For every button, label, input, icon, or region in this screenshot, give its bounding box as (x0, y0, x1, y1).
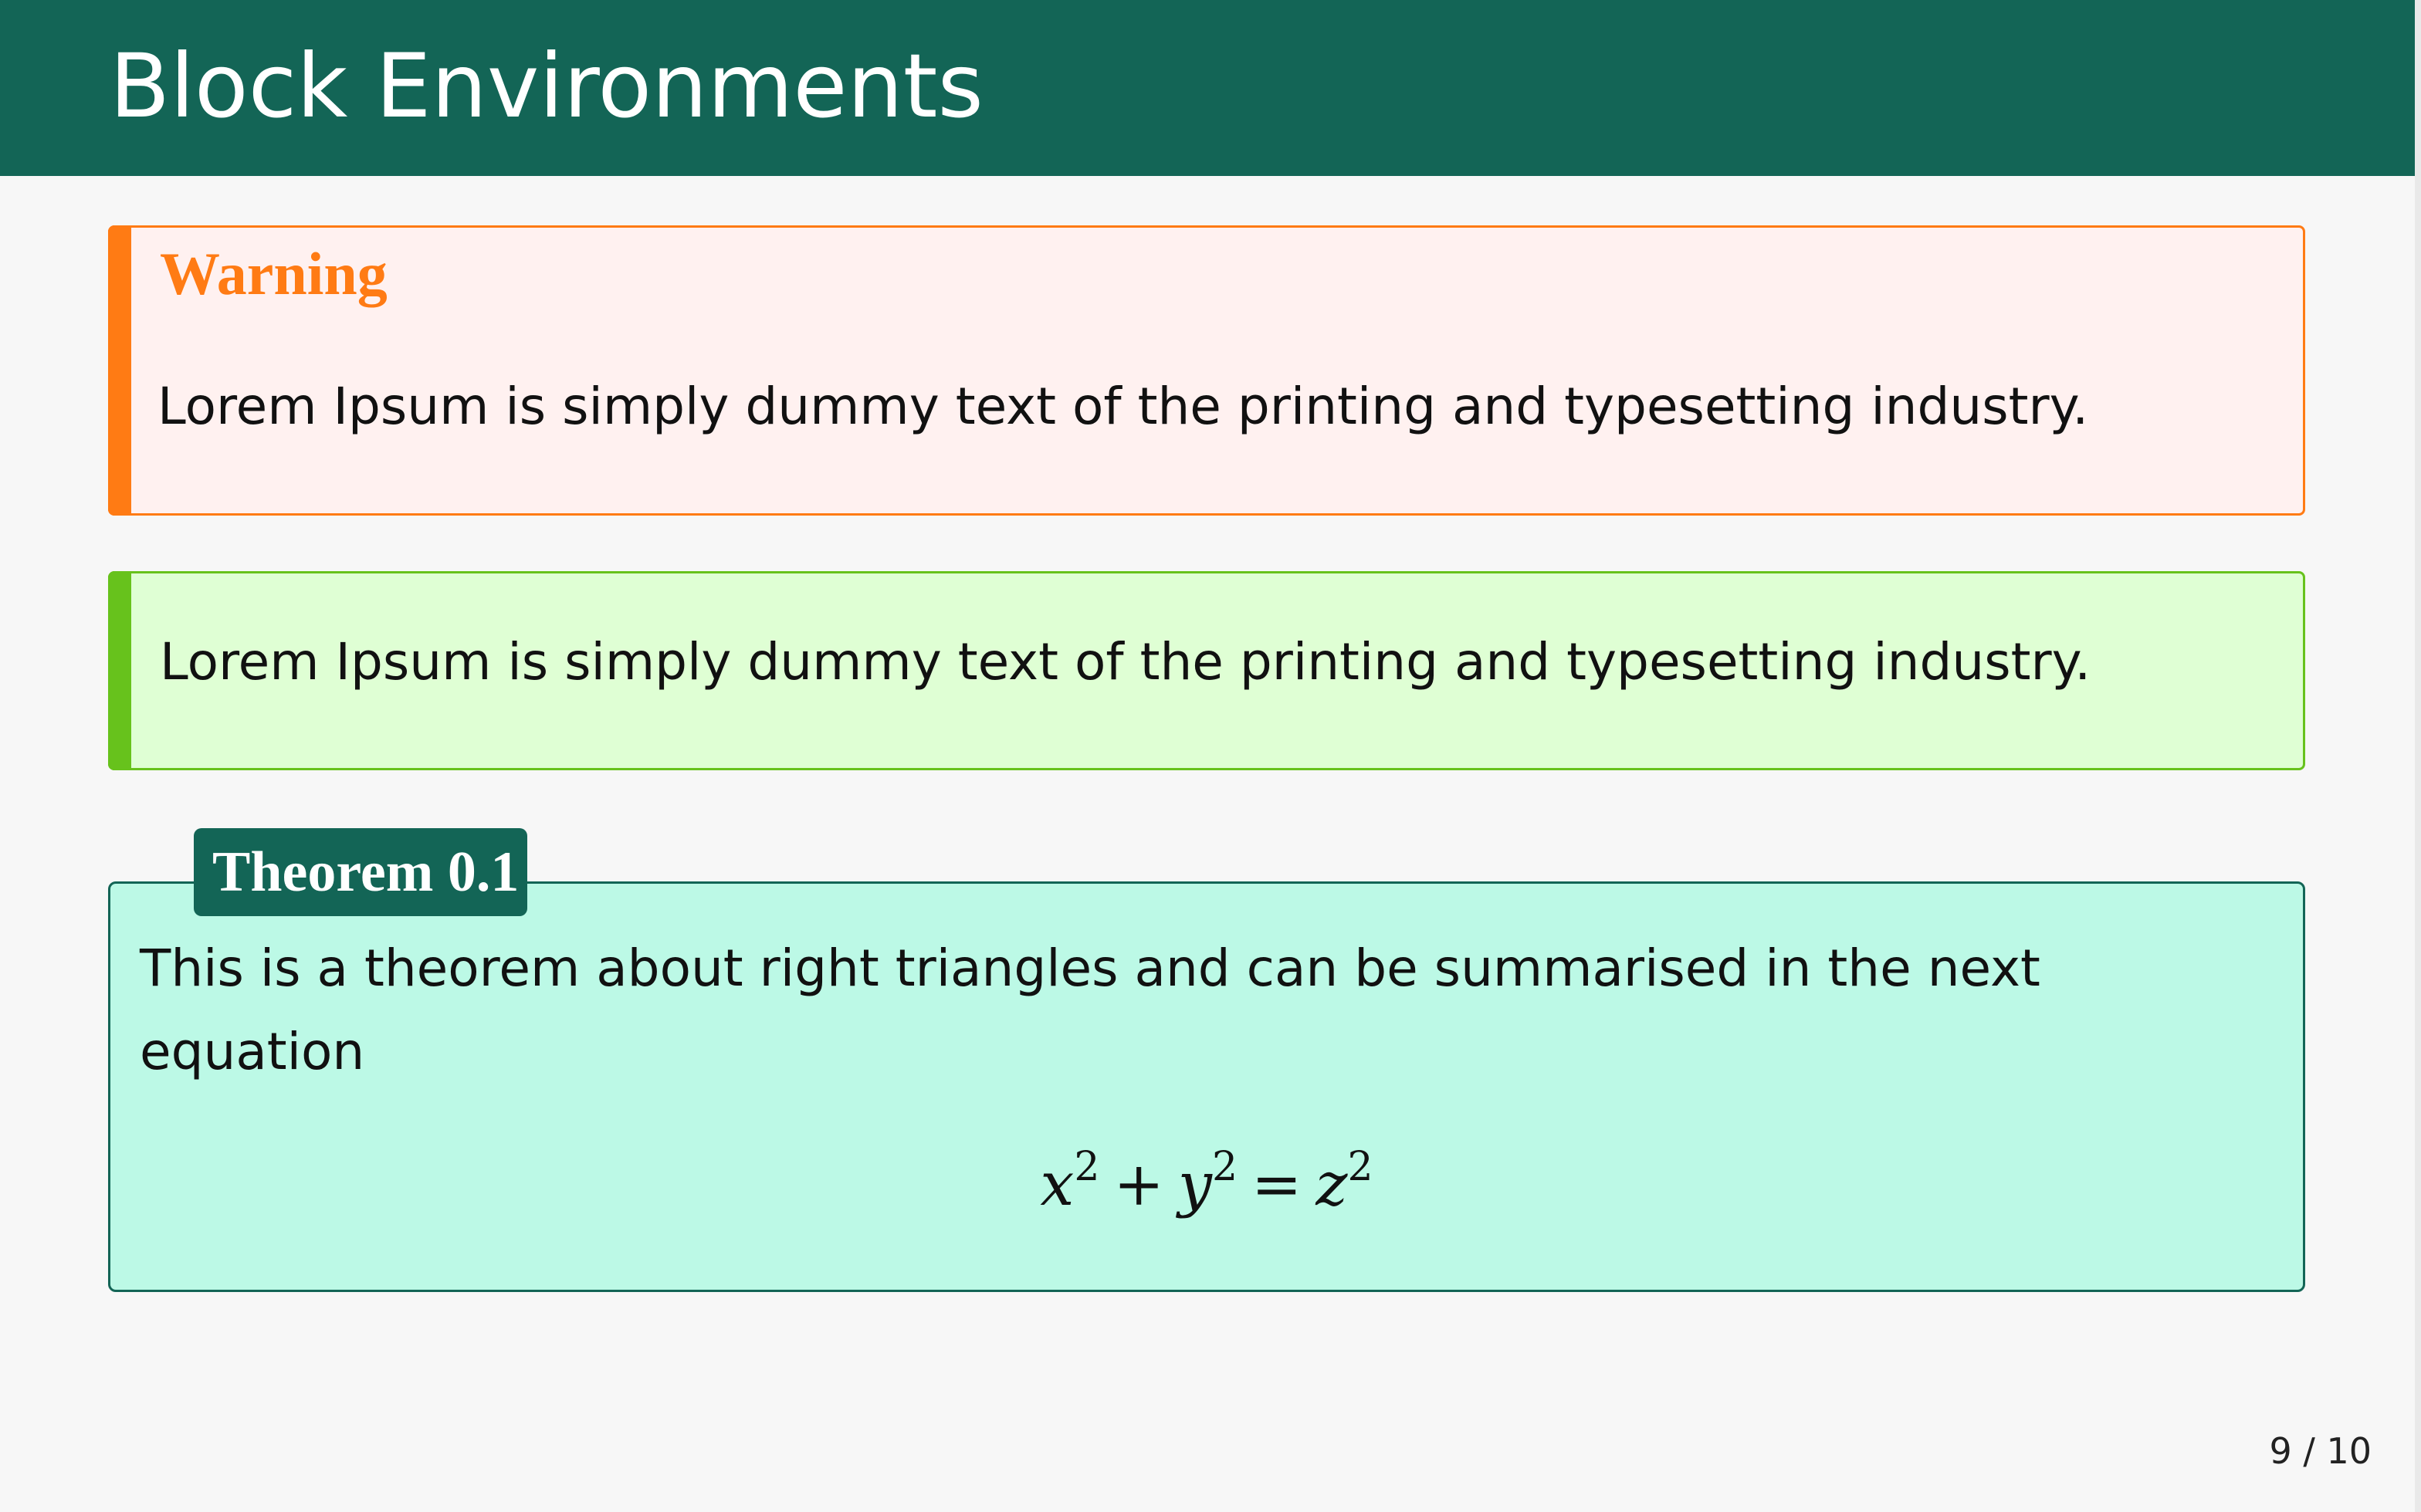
warning-block-text: Lorem Ipsum is simply dummy text of the … (157, 377, 2089, 436)
equation-term-y: y (1177, 1150, 1212, 1219)
slide-header: Block Environments (0, 0, 2415, 176)
theorem-label: Theorem 0.1 (194, 828, 527, 916)
slide-title: Block Environments (110, 35, 984, 137)
success-block-text: Lorem Ipsum is simply dummy text of the … (160, 632, 2091, 692)
warning-accent-bar (108, 225, 131, 516)
equation-term-x: x (1040, 1150, 1075, 1219)
equation-equals: = (1251, 1150, 1302, 1219)
page-number: 9 / 10 (2269, 1430, 2372, 1472)
slide-edge (2415, 0, 2421, 1512)
theorem-block: This is a theorem about right triangles … (108, 881, 2305, 1292)
theorem-text: This is a theorem about right triangles … (140, 939, 2040, 1081)
equation-plus: + (1113, 1150, 1164, 1219)
warning-block-title: Warning (160, 240, 388, 307)
warning-block: Warning (108, 225, 2305, 516)
equation-exponent-x: 2 (1074, 1144, 1100, 1190)
theorem-equation: x2 + y2 = z2 (110, 1146, 2303, 1223)
success-accent-bar (108, 571, 131, 770)
equation-exponent-z: 2 (1347, 1144, 1373, 1190)
equation-exponent-y: 2 (1211, 1144, 1238, 1190)
success-block: Lorem Ipsum is simply dummy text of the … (108, 571, 2305, 770)
equation-term-z: z (1315, 1150, 1348, 1219)
